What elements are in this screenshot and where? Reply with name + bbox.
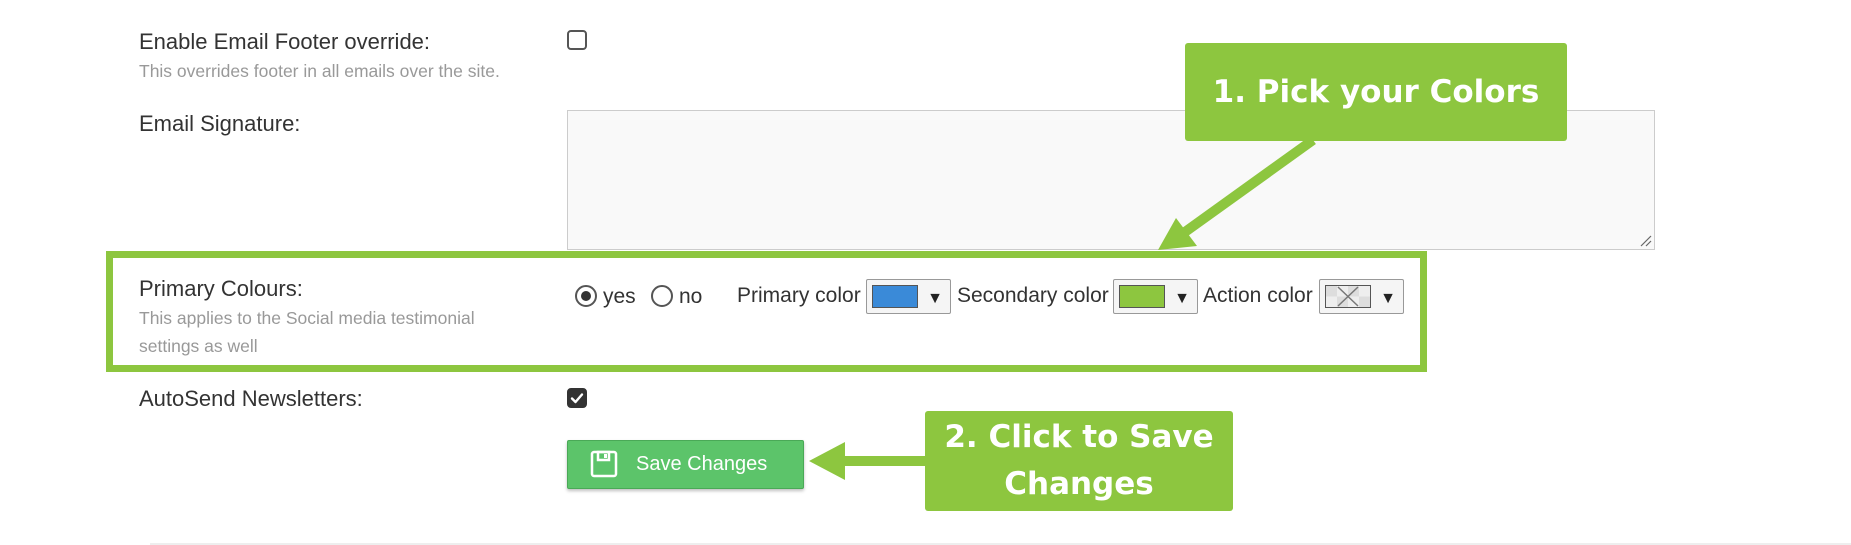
callout-pick-colors: 1. Pick your Colors [1185,43,1567,141]
arrow-head-icon [809,442,845,480]
callout-click-save: 2. Click to Save Changes [925,411,1233,511]
arrow-to-colors [1175,135,1316,242]
